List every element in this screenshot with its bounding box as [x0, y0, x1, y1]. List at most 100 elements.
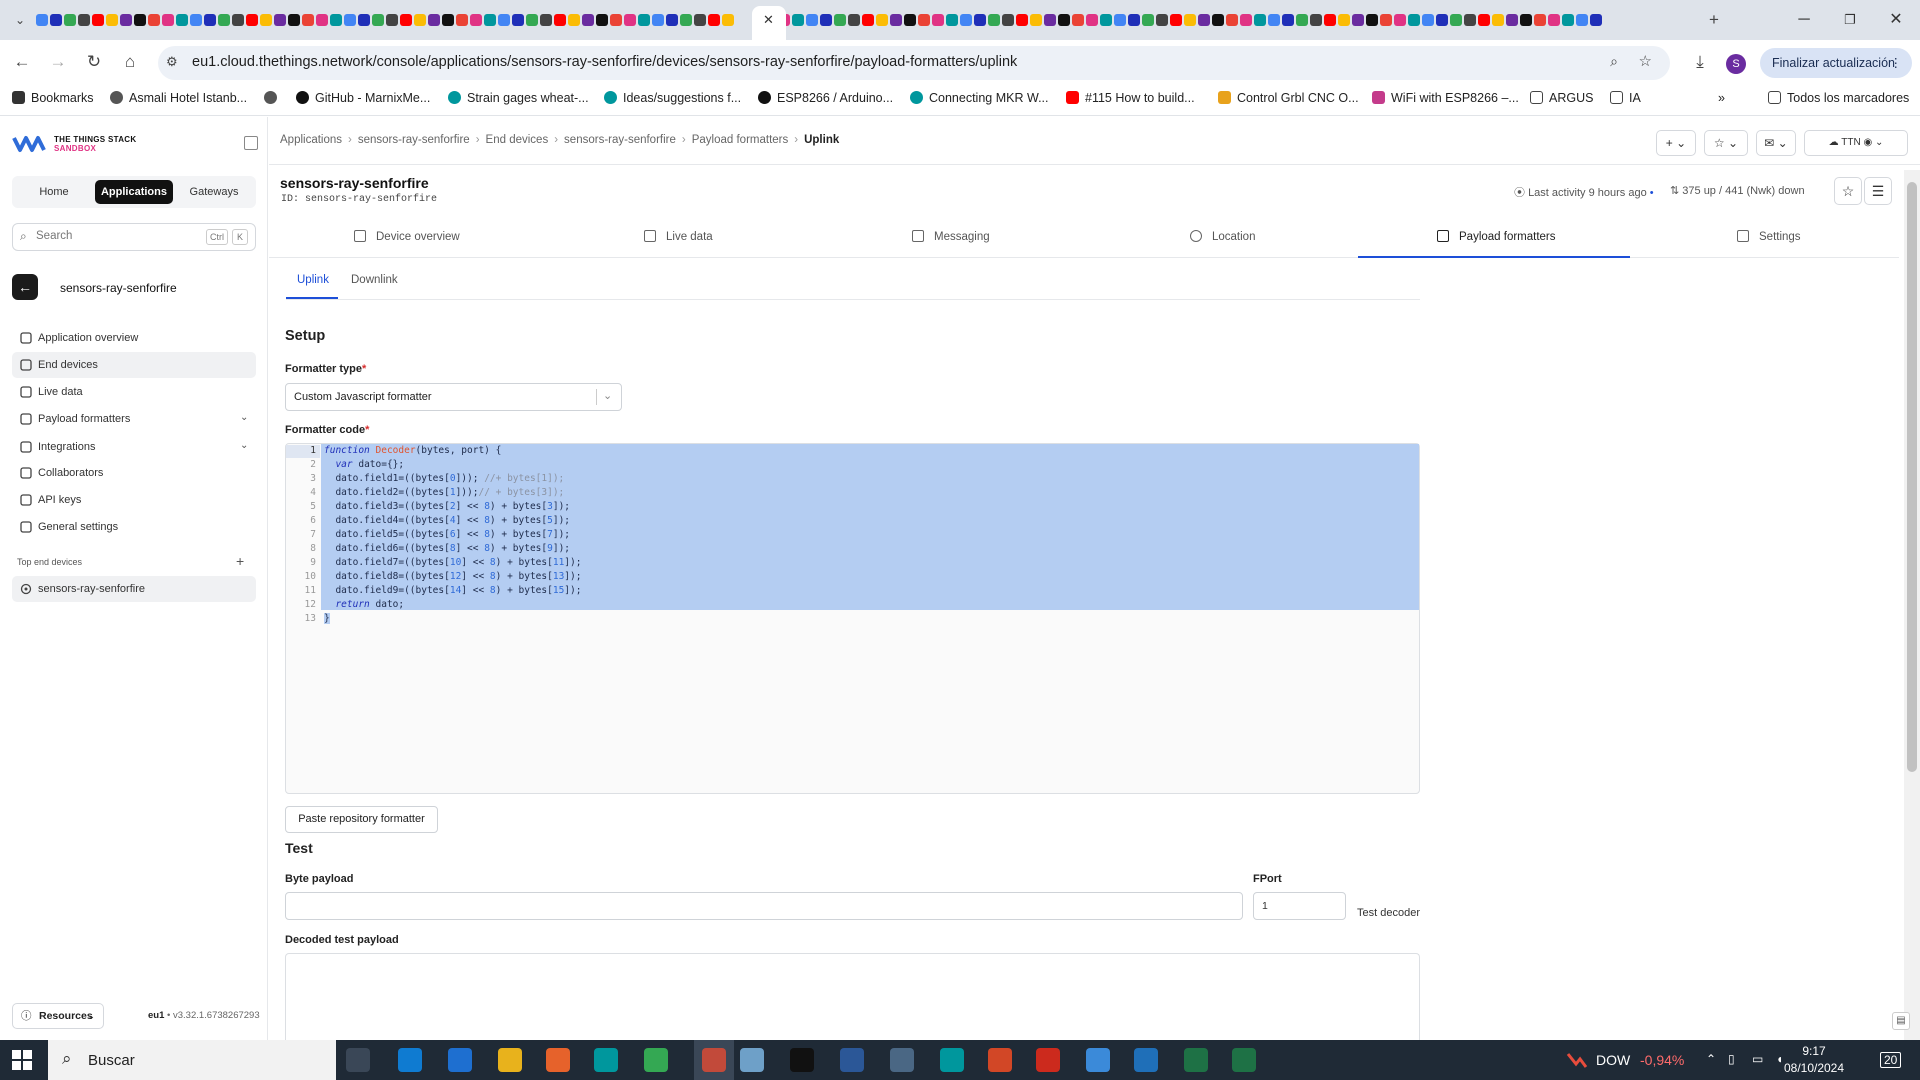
chrome-profile-icon[interactable]: [702, 1048, 726, 1072]
tab-favicon-icon[interactable]: [470, 14, 482, 26]
chevron-down-icon[interactable]: ⌄: [240, 440, 248, 451]
excel-icon[interactable]: [1184, 1048, 1208, 1072]
tab-favicon-icon[interactable]: [302, 14, 314, 26]
tab-favicon-icon[interactable]: [1338, 14, 1350, 26]
account-menu-button[interactable]: ☁ TTN ◉ ⌄: [1804, 130, 1908, 156]
new-tab-icon[interactable]: +: [1702, 8, 1726, 32]
minimize-icon[interactable]: ─: [1784, 8, 1824, 32]
calculator-icon[interactable]: [890, 1048, 914, 1072]
breadcrumb-item[interactable]: Payload formatters: [692, 134, 789, 146]
tab-favicon-icon[interactable]: [1030, 14, 1042, 26]
acrobat-icon[interactable]: [1036, 1048, 1060, 1072]
tab-favicon-icon[interactable]: [1520, 14, 1532, 26]
code-line[interactable]: dato.field6=((bytes[8] << 8) + bytes[9])…: [324, 543, 570, 554]
code-line[interactable]: dato.field8=((bytes[12] << 8) + bytes[13…: [324, 571, 581, 582]
tab-favicon-icon[interactable]: [540, 14, 552, 26]
breadcrumb-item[interactable]: Applications: [280, 134, 342, 146]
restore-icon[interactable]: ❐: [1830, 8, 1870, 32]
kebab-menu-icon[interactable]: ⋮: [1890, 48, 1903, 78]
home-icon[interactable]: ⌂: [118, 50, 142, 74]
zoom-icon[interactable]: ⌕: [1610, 53, 1618, 70]
tab-favicon-icon[interactable]: [288, 14, 300, 26]
document-icon[interactable]: [1134, 1048, 1158, 1072]
tab-favicon-icon[interactable]: [960, 14, 972, 26]
nav-applications[interactable]: Applications: [95, 180, 173, 204]
tab-favicon-icon[interactable]: [1114, 14, 1126, 26]
tab-favicon-icon[interactable]: [1436, 14, 1448, 26]
clock-time[interactable]: 9:17: [1784, 1044, 1844, 1058]
tab-settings[interactable]: Settings: [1737, 230, 1801, 243]
more-bookmarks-icon[interactable]: »: [1718, 91, 1725, 105]
tab-favicon-icon[interactable]: [1254, 14, 1266, 26]
tab-favicon-icon[interactable]: [204, 14, 216, 26]
notifications-badge[interactable]: 20: [1880, 1052, 1902, 1068]
tab-favicon-icon[interactable]: [1464, 14, 1476, 26]
tab-favicon-icon[interactable]: [1282, 14, 1294, 26]
tab-favicon-icon[interactable]: [1156, 14, 1168, 26]
breadcrumb-item[interactable]: End devices: [486, 134, 549, 146]
tab-favicon-icon[interactable]: [260, 14, 272, 26]
tab-favicon-icon[interactable]: [344, 14, 356, 26]
site-info-icon[interactable]: ⚙: [166, 54, 178, 70]
tab-favicon-icon[interactable]: [386, 14, 398, 26]
breadcrumb-item[interactable]: sensors-ray-senforfire: [358, 134, 470, 146]
bookmark-item[interactable]: WiFi with ESP8266 –...: [1372, 91, 1519, 105]
tab-favicon-icon[interactable]: [1408, 14, 1420, 26]
tab-favicon-icon[interactable]: [1324, 14, 1336, 26]
bookmark-item[interactable]: IA: [1610, 91, 1641, 105]
tab-favicon-icon[interactable]: [890, 14, 902, 26]
star-device-button[interactable]: ☆: [1834, 177, 1862, 205]
tab-favicon-icon[interactable]: [848, 14, 860, 26]
tab-favicon-icon[interactable]: [820, 14, 832, 26]
tab-favicon-icon[interactable]: [232, 14, 244, 26]
bookmark-item[interactable]: Connecting MKR W...: [910, 91, 1049, 105]
tab-favicon-icon[interactable]: [400, 14, 412, 26]
word-icon[interactable]: [840, 1048, 864, 1072]
tab-favicon-icon[interactable]: [330, 14, 342, 26]
breadcrumb-item[interactable]: sensors-ray-senforfire: [564, 134, 676, 146]
tab-favicon-icon[interactable]: [1310, 14, 1322, 26]
tab-favicon-icon[interactable]: [484, 14, 496, 26]
tab-favicon-icon[interactable]: [638, 14, 650, 26]
tab-favicon-icon[interactable]: [358, 14, 370, 26]
tab-favicon-icon[interactable]: [1002, 14, 1014, 26]
powerpoint-icon[interactable]: [988, 1048, 1012, 1072]
code-line[interactable]: return dato;: [324, 599, 404, 610]
tab-favicon-icon[interactable]: [652, 14, 664, 26]
tab-favicon-icon[interactable]: [1562, 14, 1574, 26]
bookmark-star-icon[interactable]: ☆: [1639, 52, 1652, 70]
profile-avatar[interactable]: S: [1726, 54, 1746, 74]
tab-uplink[interactable]: Uplink: [297, 274, 329, 286]
tab-favicon-icon[interactable]: [50, 14, 62, 26]
tab-favicon-icon[interactable]: [862, 14, 874, 26]
bookmark-item[interactable]: #115 How to build...: [1066, 91, 1195, 105]
tab-favicon-icon[interactable]: [1506, 14, 1518, 26]
tab-favicon-icon[interactable]: [190, 14, 202, 26]
tab-live-data[interactable]: Live data: [644, 230, 713, 243]
code-line[interactable]: }: [324, 613, 330, 624]
code-line[interactable]: dato.field4=((bytes[4] << 8) + bytes[5])…: [324, 515, 570, 526]
tab-favicon-icon[interactable]: [1142, 14, 1154, 26]
tab-favicon-icon[interactable]: [1016, 14, 1028, 26]
tab-favicon-icon[interactable]: [1226, 14, 1238, 26]
code-line[interactable]: dato.field5=((bytes[6] << 8) + bytes[7])…: [324, 529, 570, 540]
tray-chevron-icon[interactable]: ⌃: [1706, 1052, 1716, 1066]
task-view-icon[interactable]: [346, 1048, 370, 1072]
tab-favicon-icon[interactable]: [106, 14, 118, 26]
arduino-icon[interactable]: [594, 1048, 618, 1072]
bookmark-item[interactable]: Control Grbl CNC O...: [1218, 91, 1359, 105]
forward-icon[interactable]: →: [46, 50, 70, 74]
tab-location[interactable]: Location: [1190, 230, 1255, 243]
ie-icon[interactable]: [448, 1048, 472, 1072]
tab-favicon-icon[interactable]: [1450, 14, 1462, 26]
tab-favicon-icon[interactable]: [1478, 14, 1490, 26]
resources-button[interactable]: ⓘ Resources ⌄: [12, 1003, 104, 1029]
chevron-down-icon[interactable]: ⌄: [603, 389, 612, 402]
tab-favicon-icon[interactable]: [1268, 14, 1280, 26]
tab-favicon-icon[interactable]: [582, 14, 594, 26]
all-bookmarks-folder[interactable]: Todos los marcadores: [1768, 91, 1909, 105]
paste-repository-formatter-button[interactable]: Paste repository formatter: [285, 806, 438, 833]
clock-date[interactable]: 08/10/2024: [1776, 1061, 1852, 1075]
app-icon[interactable]: [1086, 1048, 1110, 1072]
nav-gateways[interactable]: Gateways: [176, 180, 252, 204]
